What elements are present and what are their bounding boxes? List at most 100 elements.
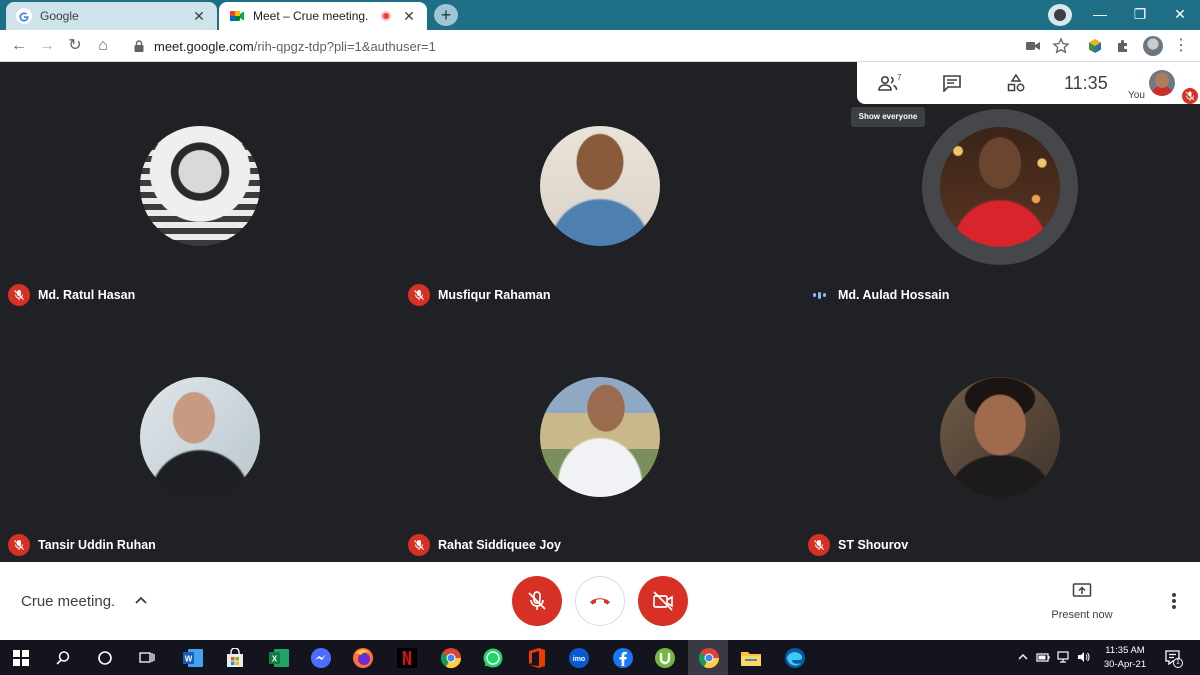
participant-name: Tansir Uddin Ruhan	[38, 538, 156, 552]
chat-icon[interactable]	[939, 70, 965, 96]
cortana-icon[interactable]	[92, 645, 118, 671]
participant-name: Md. Ratul Hasan	[38, 288, 136, 302]
participant-tile[interactable]: Tansir Uddin Ruhan	[0, 312, 400, 562]
leave-call-button[interactable]	[575, 576, 625, 626]
mic-off-icon	[8, 534, 30, 556]
participant-avatar	[540, 126, 660, 246]
meeting-control-bar: Crue meeting. Present now	[0, 562, 1200, 640]
chrome-profile-icon[interactable]	[1048, 4, 1072, 26]
taskbar-time: 11:35 AM	[1105, 645, 1145, 656]
facebook-icon[interactable]	[610, 645, 636, 671]
office-icon[interactable]	[524, 645, 550, 671]
battery-icon[interactable]	[1036, 650, 1050, 664]
mic-toggle-button[interactable]	[512, 576, 562, 626]
you-label: You	[1128, 90, 1145, 101]
browser-tab-strip: Google ✕ Meet – Crue meeting. ✕ + — ❐ ✕	[0, 0, 1200, 30]
firefox-icon[interactable]	[350, 645, 376, 671]
hang-up-icon	[590, 598, 610, 605]
network-icon[interactable]	[1056, 650, 1070, 664]
chevron-up-icon[interactable]	[1016, 650, 1030, 664]
notification-center-icon[interactable]: 1	[1164, 649, 1183, 668]
participant-tile[interactable]: ST Shourov	[800, 312, 1200, 562]
windows-start-icon[interactable]	[8, 645, 34, 671]
meeting-clock: 11:35	[1064, 73, 1108, 93]
profile-avatar-icon[interactable]	[1143, 36, 1163, 56]
participant-avatar	[940, 127, 1060, 247]
speaking-indicator-icon	[808, 284, 830, 306]
participant-name-row: ST Shourov	[808, 534, 908, 556]
bookmark-star-icon[interactable]	[1052, 37, 1070, 55]
activities-icon[interactable]	[1003, 70, 1029, 96]
participant-name-row: Rahat Siddiquee Joy	[408, 534, 561, 556]
store-icon[interactable]	[222, 645, 248, 671]
chrome-menu-icon[interactable]: ⋮	[1170, 35, 1192, 57]
home-icon[interactable]: ⌂	[92, 35, 114, 57]
puzzle-extensions-icon[interactable]	[1114, 37, 1132, 55]
chrome-icon[interactable]	[438, 645, 464, 671]
google-meet-icon	[230, 11, 244, 21]
tab-title: Google	[40, 9, 79, 23]
tab-title: Meet – Crue meeting.	[253, 9, 369, 23]
close-tab-icon[interactable]: ✕	[191, 8, 207, 25]
new-tab-button[interactable]: +	[434, 4, 458, 26]
participant-name-row: Musfiqur Rahaman	[408, 284, 551, 306]
participant-tile[interactable]: Musfiqur Rahaman	[400, 62, 800, 312]
participant-avatar	[540, 377, 660, 497]
mic-off-icon	[808, 534, 830, 556]
utorrent-icon[interactable]	[652, 645, 678, 671]
reload-icon[interactable]: ↻	[64, 35, 86, 57]
volume-icon[interactable]	[1076, 650, 1090, 664]
excel-icon[interactable]: X	[266, 645, 292, 671]
forward-arrow-icon[interactable]: →	[36, 35, 58, 57]
participant-avatar	[940, 377, 1060, 497]
svg-text:imo: imo	[573, 656, 585, 663]
tab-meet[interactable]: Meet – Crue meeting. ✕	[219, 2, 427, 30]
word-icon[interactable]: W	[180, 645, 206, 671]
imo-icon[interactable]: imo	[566, 645, 592, 671]
minimize-icon[interactable]: —	[1080, 0, 1120, 30]
restore-icon[interactable]: ❐	[1120, 0, 1160, 30]
messenger-icon[interactable]	[308, 645, 334, 671]
whatsapp-icon[interactable]	[480, 645, 506, 671]
meeting-grid: Md. Ratul Hasan Musfiqur Rahaman Md. Aul…	[0, 62, 1200, 562]
file-explorer-icon[interactable]	[738, 645, 764, 671]
self-avatar[interactable]	[1149, 70, 1175, 96]
search-icon[interactable]	[50, 645, 76, 671]
svg-text:X: X	[272, 655, 278, 664]
edge-icon[interactable]	[782, 645, 808, 671]
mic-off-icon	[408, 534, 430, 556]
mic-off-icon	[8, 284, 30, 306]
camera-icon[interactable]	[1024, 37, 1042, 55]
show-everyone-tooltip: Show everyone	[851, 107, 925, 127]
taskbar-date: 30-Apr-21	[1103, 659, 1147, 670]
address-bar[interactable]: meet.google.com/rih-qpgz-tdp?pli=1&authu…	[122, 33, 1080, 59]
chrome-icon[interactable]	[696, 645, 722, 671]
camera-toggle-button[interactable]	[638, 576, 688, 626]
meeting-info-bar: 7 11:35 You	[857, 62, 1200, 104]
participant-name-row: Md. Ratul Hasan	[8, 284, 135, 306]
participant-tile[interactable]: Rahat Siddiquee Joy	[400, 312, 800, 562]
close-tab-icon[interactable]: ✕	[401, 8, 417, 25]
more-options-icon[interactable]	[1166, 590, 1182, 612]
chevron-up-icon[interactable]	[133, 592, 149, 608]
url-host: meet.google.com	[154, 38, 254, 54]
url-path: /rih-qpgz-tdp?pli=1&authuser=1	[253, 38, 436, 54]
browser-toolbar: ← → ↻ ⌂ meet.google.com/rih-qpgz-tdp?pli…	[0, 30, 1200, 62]
participant-name: Musfiqur Rahaman	[438, 288, 551, 302]
mic-off-icon	[528, 591, 546, 610]
back-arrow-icon[interactable]: ←	[8, 35, 30, 57]
task-view-icon[interactable]	[134, 645, 160, 671]
meeting-title[interactable]: Crue meeting.	[21, 593, 115, 610]
participant-tile[interactable]: Md. Ratul Hasan	[0, 62, 400, 312]
present-now-button[interactable]: Present now	[1040, 582, 1124, 621]
lock-icon	[134, 40, 144, 52]
tab-google[interactable]: Google ✕	[6, 2, 217, 30]
close-icon[interactable]: ✕	[1160, 0, 1200, 30]
people-count: 7	[897, 73, 902, 82]
netflix-icon[interactable]	[394, 645, 420, 671]
taskbar-clock[interactable]: 11:35 AM 30-Apr-21	[1097, 644, 1153, 672]
mic-off-icon	[1182, 88, 1198, 104]
present-now-label: Present now	[1051, 609, 1113, 621]
extension-cube-icon[interactable]	[1086, 37, 1104, 55]
google-g-icon	[16, 8, 32, 24]
